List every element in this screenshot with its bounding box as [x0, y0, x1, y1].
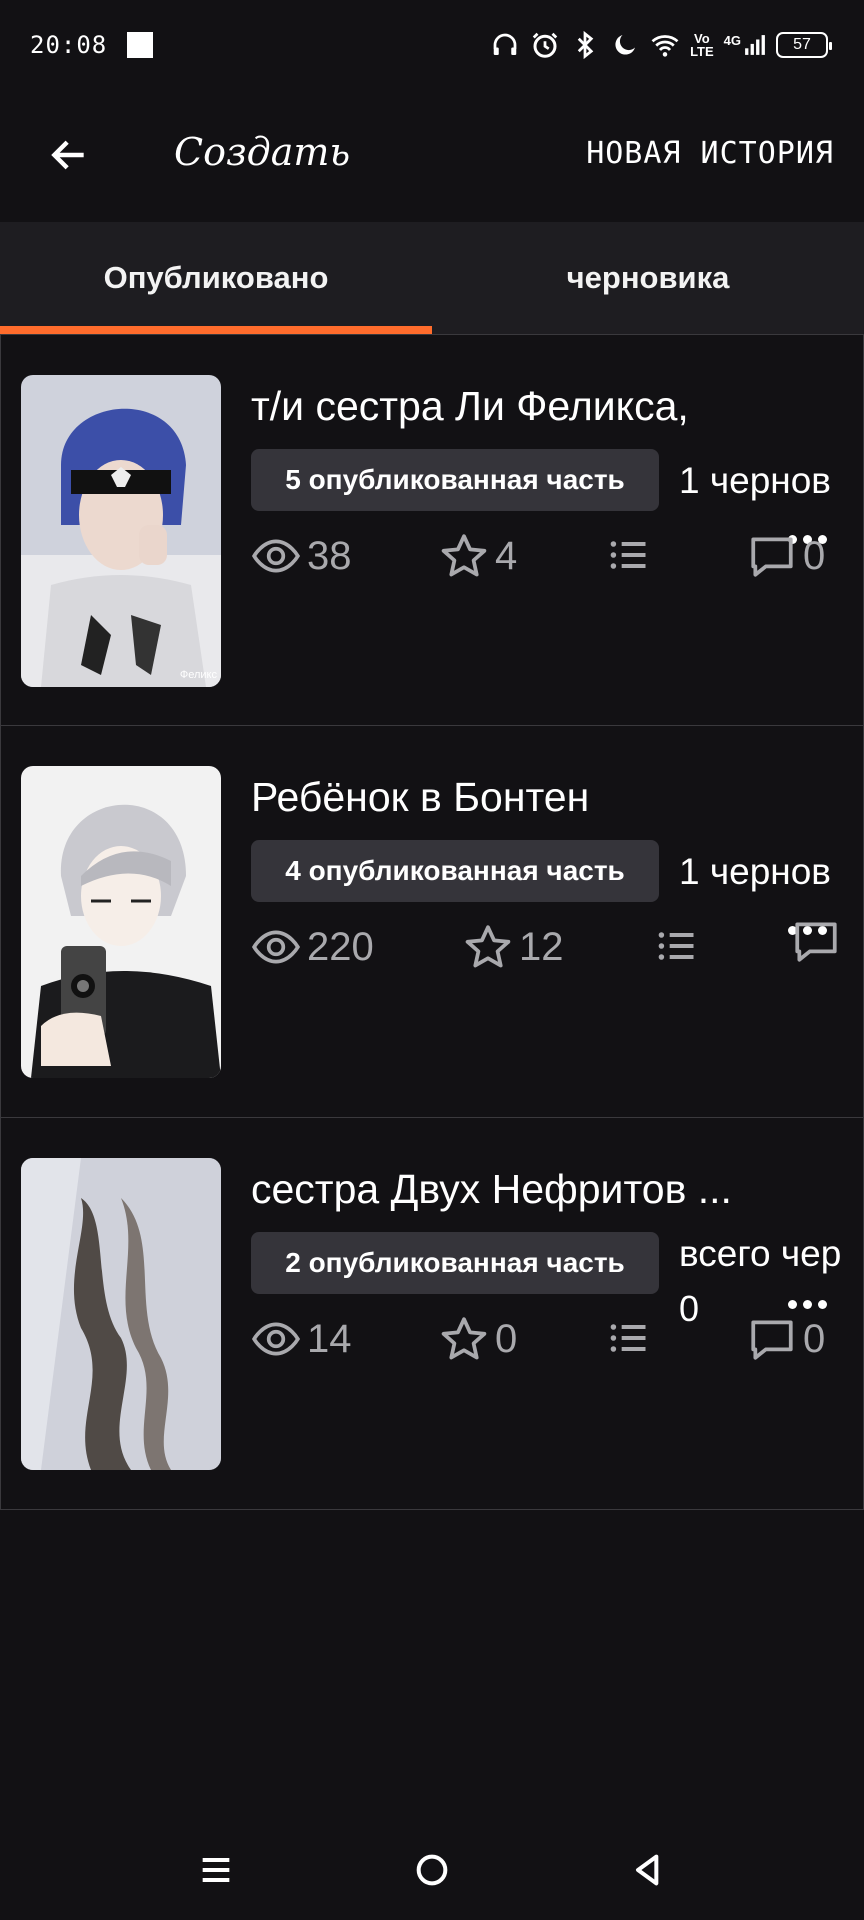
views-count: 38 — [307, 533, 352, 578]
back-button[interactable] — [44, 130, 94, 180]
eye-icon — [251, 930, 301, 964]
comments-stat: 0 — [747, 1314, 825, 1364]
story-cover[interactable] — [21, 1158, 221, 1470]
battery-indicator: 57 — [776, 32, 832, 58]
back-triangle-icon — [636, 1854, 659, 1886]
wifi-icon — [650, 30, 680, 60]
story-list: Феликс т/и сестра Ли Феликса, 5 опублико… — [0, 334, 864, 1510]
stars-stat: 0 — [439, 1314, 517, 1364]
stars-count: 12 — [519, 924, 564, 969]
tab-drafts[interactable]: черновика — [432, 222, 864, 334]
story-title: т/и сестра Ли Феликса, — [251, 383, 689, 429]
back-arrow-icon — [51, 140, 84, 170]
network-4g-indicator: 4G — [724, 34, 766, 56]
page-title: Создать — [174, 130, 351, 174]
menu-button[interactable] — [186, 1840, 246, 1900]
comments-count: 0 — [803, 533, 826, 578]
star-icon — [441, 534, 487, 577]
tab-bar: Опубликовано черновика — [0, 222, 864, 334]
eye-icon — [251, 1322, 301, 1356]
story-item[interactable]: сестра Двух Нефритов ... 2 опубликованна… — [0, 1118, 864, 1510]
story-cover[interactable]: Феликс — [21, 375, 221, 687]
published-parts-badge: 4 опубликованная часть — [251, 840, 659, 902]
views-count: 220 — [307, 924, 374, 969]
published-parts-badge: 2 опубликованная часть — [251, 1232, 659, 1294]
stars-stat: 4 — [439, 531, 517, 581]
views-stat: 14 — [251, 1314, 352, 1364]
stars-stat: 12 — [463, 922, 564, 972]
tab-published[interactable]: Опубликовано — [0, 222, 432, 334]
home-icon — [416, 1854, 448, 1886]
signal-icon — [745, 35, 765, 55]
comment-icon — [751, 1320, 793, 1360]
moon-icon — [610, 30, 640, 60]
drafts-count: 1 чернов — [679, 851, 831, 892]
comments-stat — [791, 916, 841, 966]
headphones-icon — [490, 30, 520, 60]
comment-icon — [795, 922, 837, 962]
star-icon — [465, 925, 511, 968]
story-item[interactable]: Феликс т/и сестра Ли Феликса, 5 опублико… — [0, 334, 864, 726]
notification-square-icon — [127, 32, 154, 58]
list-icon[interactable] — [607, 1316, 651, 1360]
alarm-icon — [530, 30, 560, 60]
home-button[interactable] — [402, 1840, 462, 1900]
menu-icon — [202, 1858, 230, 1882]
cover-caption: Феликс — [179, 669, 217, 681]
story-title: Ребёнок в Бонтен — [251, 774, 590, 820]
published-parts-badge: 5 опубликованная часть — [251, 449, 659, 511]
back-nav-button[interactable] — [618, 1840, 678, 1900]
star-icon — [441, 1317, 487, 1360]
eye-icon — [251, 539, 301, 573]
list-icon[interactable] — [655, 924, 699, 968]
comments-count: 0 — [803, 1316, 826, 1361]
status-bar: 20:08 Vo LTE 4G 57 — [0, 0, 864, 90]
app-bar: Создать НОВАЯ ИСТОРИЯ — [0, 90, 864, 222]
story-item[interactable]: Ребёнок в Бонтен 4 опубликованная часть … — [0, 726, 864, 1118]
views-stat: 38 — [251, 531, 352, 581]
status-time: 20:08 — [30, 31, 108, 59]
new-story-button[interactable]: НОВАЯ ИСТОРИЯ — [586, 136, 834, 171]
stars-count: 4 — [495, 533, 518, 578]
system-nav-bar — [0, 1820, 864, 1920]
views-stat: 220 — [251, 922, 374, 972]
drafts-total-count: 0 — [679, 1288, 700, 1329]
comments-stat: 0 — [747, 531, 825, 581]
story-cover[interactable] — [21, 766, 221, 1078]
list-icon[interactable] — [607, 533, 651, 577]
comment-icon — [751, 537, 793, 577]
volte-indicator: Vo LTE — [690, 31, 714, 59]
drafts-count: 1 чернов — [679, 460, 831, 501]
views-count: 14 — [307, 1316, 352, 1361]
drafts-total: всего чер — [679, 1233, 842, 1274]
story-title: сестра Двух Нефритов ... — [251, 1166, 732, 1212]
stars-count: 0 — [495, 1316, 518, 1361]
bluetooth-icon — [570, 30, 600, 60]
